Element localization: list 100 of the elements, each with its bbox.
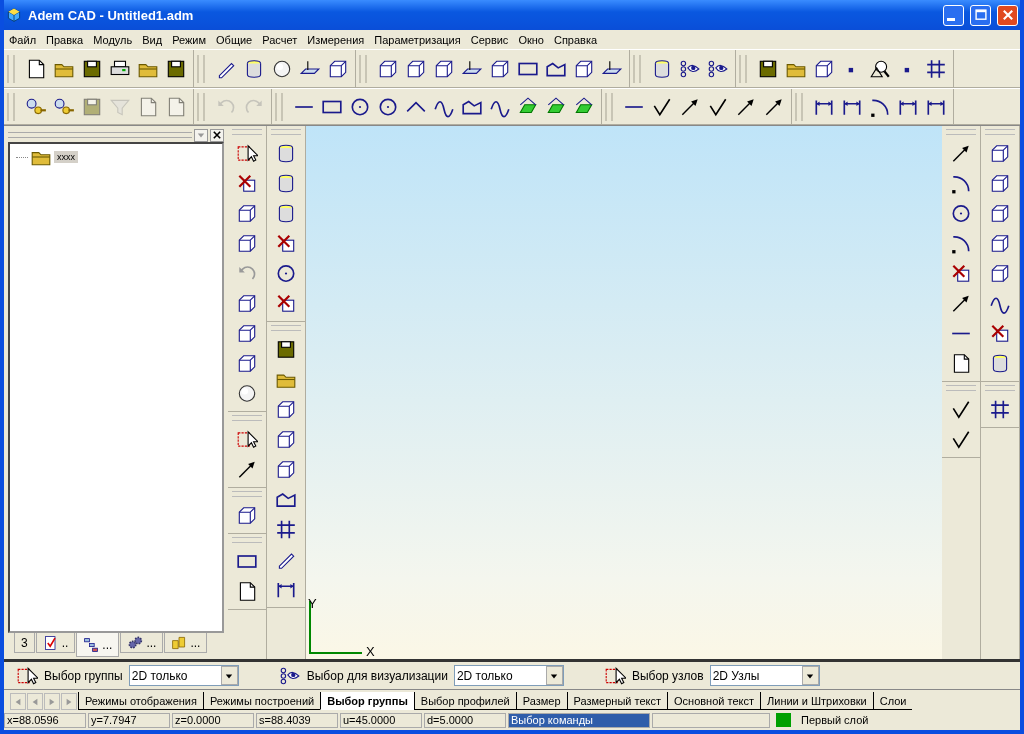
status-field: s=88.4039 [256,712,338,728]
dropdown-field[interactable]: 2D Узлы [709,665,820,686]
delete-icon[interactable] [236,172,258,195]
box-icon[interactable] [275,428,297,451]
box-icon[interactable] [236,232,258,255]
tab[interactable]: Слои [872,692,913,710]
axis-label: Y [308,596,317,611]
box-icon[interactable] [989,202,1011,225]
gear-icon [127,634,144,651]
toolbar-grip[interactable] [271,129,301,135]
tab[interactable]: Линии и Штриховки [760,692,873,710]
toolbar-grip[interactable] [275,92,283,121]
toolbar-grip[interactable] [605,92,613,121]
menu-item[interactable]: Окно [513,33,549,46]
layer-name: Первый слой [801,714,869,726]
tab[interactable]: Размер [515,692,567,710]
box-icon[interactable] [236,504,258,527]
panel-tab[interactable]: ... [120,633,164,653]
toolbar-grip[interactable] [7,54,15,83]
menu-item[interactable]: Справка [548,33,603,46]
grid-icon[interactable] [925,57,947,80]
menu-item[interactable]: Сервис [465,33,514,46]
toolbar-grip[interactable] [271,325,301,331]
drawing-canvas[interactable]: Y X [306,126,942,659]
field-label: Выбор группы [44,668,123,683]
toolbar-grip[interactable] [633,54,641,83]
cube-icon [6,7,22,23]
box-icon[interactable] [236,352,258,375]
box-icon[interactable] [989,262,1011,285]
toolbar-grip[interactable] [946,129,976,135]
box-icon[interactable] [989,232,1011,255]
toolbar-grip[interactable] [232,537,262,543]
toolbar-grip[interactable] [359,54,367,83]
dropdown-field[interactable]: 2D только [453,665,564,686]
box-icon[interactable] [989,172,1011,195]
menu-item[interactable]: Общие [211,33,258,46]
caret-icon [225,671,234,680]
toolbar-grip[interactable] [197,92,205,121]
toolbar-grip[interactable] [795,92,803,121]
toolbar-grip[interactable] [985,385,1015,391]
tree-item[interactable]: xxxx [54,151,78,163]
caret-icon [197,131,205,139]
caret-icon [550,671,559,680]
menu-item[interactable]: Файл [4,33,42,46]
tab[interactable]: Основной текст [667,692,760,710]
tab[interactable]: Режимы отображения [78,692,203,710]
box-icon[interactable] [989,142,1011,165]
menu-item[interactable]: Расчет [257,33,303,46]
caret-icon [806,671,815,680]
maximize-button[interactable] [970,4,991,26]
grid-icon[interactable] [275,518,297,541]
close-icon [1000,8,1015,22]
toolbar-grip[interactable] [197,54,205,83]
panel-grip[interactable] [8,132,192,138]
dropdown-field[interactable]: 2D только [128,665,239,686]
delete-icon[interactable] [989,322,1011,345]
toolbar-grip[interactable] [946,385,976,391]
circle-icon[interactable] [275,262,297,285]
cursor-icon[interactable] [236,142,258,165]
panel-tab[interactable]: 3 [14,633,35,653]
tab[interactable]: Выбор группы [320,692,414,710]
delete-icon[interactable] [275,232,297,255]
tab[interactable]: Выбор профилей [413,692,516,710]
toolbar-grip[interactable] [739,54,747,83]
cursor-icon[interactable] [236,428,258,451]
delete-icon[interactable] [275,292,297,315]
close-button[interactable] [210,128,224,142]
box-icon[interactable] [275,458,297,481]
status-field: y=7.7947 [88,712,170,728]
tab[interactable]: Размерный текст [566,692,667,710]
menu-item[interactable]: Вид [137,33,168,46]
box-icon[interactable] [236,202,258,225]
box-icon[interactable] [236,322,258,345]
tab[interactable]: Режимы построений [203,692,321,710]
grid-icon[interactable] [989,398,1011,421]
delete-icon[interactable] [950,262,972,285]
toolbar-grip[interactable] [985,129,1015,135]
menu-item[interactable]: Модуль [88,33,138,46]
toolbar-grip[interactable] [232,129,262,135]
menu-item[interactable]: Правка [41,33,89,46]
toolbar-grip[interactable] [7,92,15,121]
minimize-button[interactable] [943,4,964,26]
status-field: z=0.0000 [172,712,254,728]
menu-item[interactable]: Параметризация [369,33,466,46]
box-icon[interactable] [236,292,258,315]
panel-tab[interactable]: ... [76,633,120,657]
axis-label: X [366,644,375,659]
toolbar-grip[interactable] [232,491,262,497]
circle-icon[interactable] [950,202,972,225]
box-icon[interactable] [275,398,297,421]
panel-tab[interactable]: ... [164,633,208,653]
toolbar-grip[interactable] [232,415,262,421]
status-field: Выбор команды [508,712,650,728]
floppy-icon[interactable] [275,338,297,361]
menu-item[interactable]: Режим [167,33,212,46]
sphere-icon[interactable] [236,382,258,405]
cursor-icon [603,664,626,687]
panel-tab[interactable]: .. [35,633,76,653]
menu-item[interactable]: Измерения [302,33,370,46]
maximize-icon [973,8,988,22]
